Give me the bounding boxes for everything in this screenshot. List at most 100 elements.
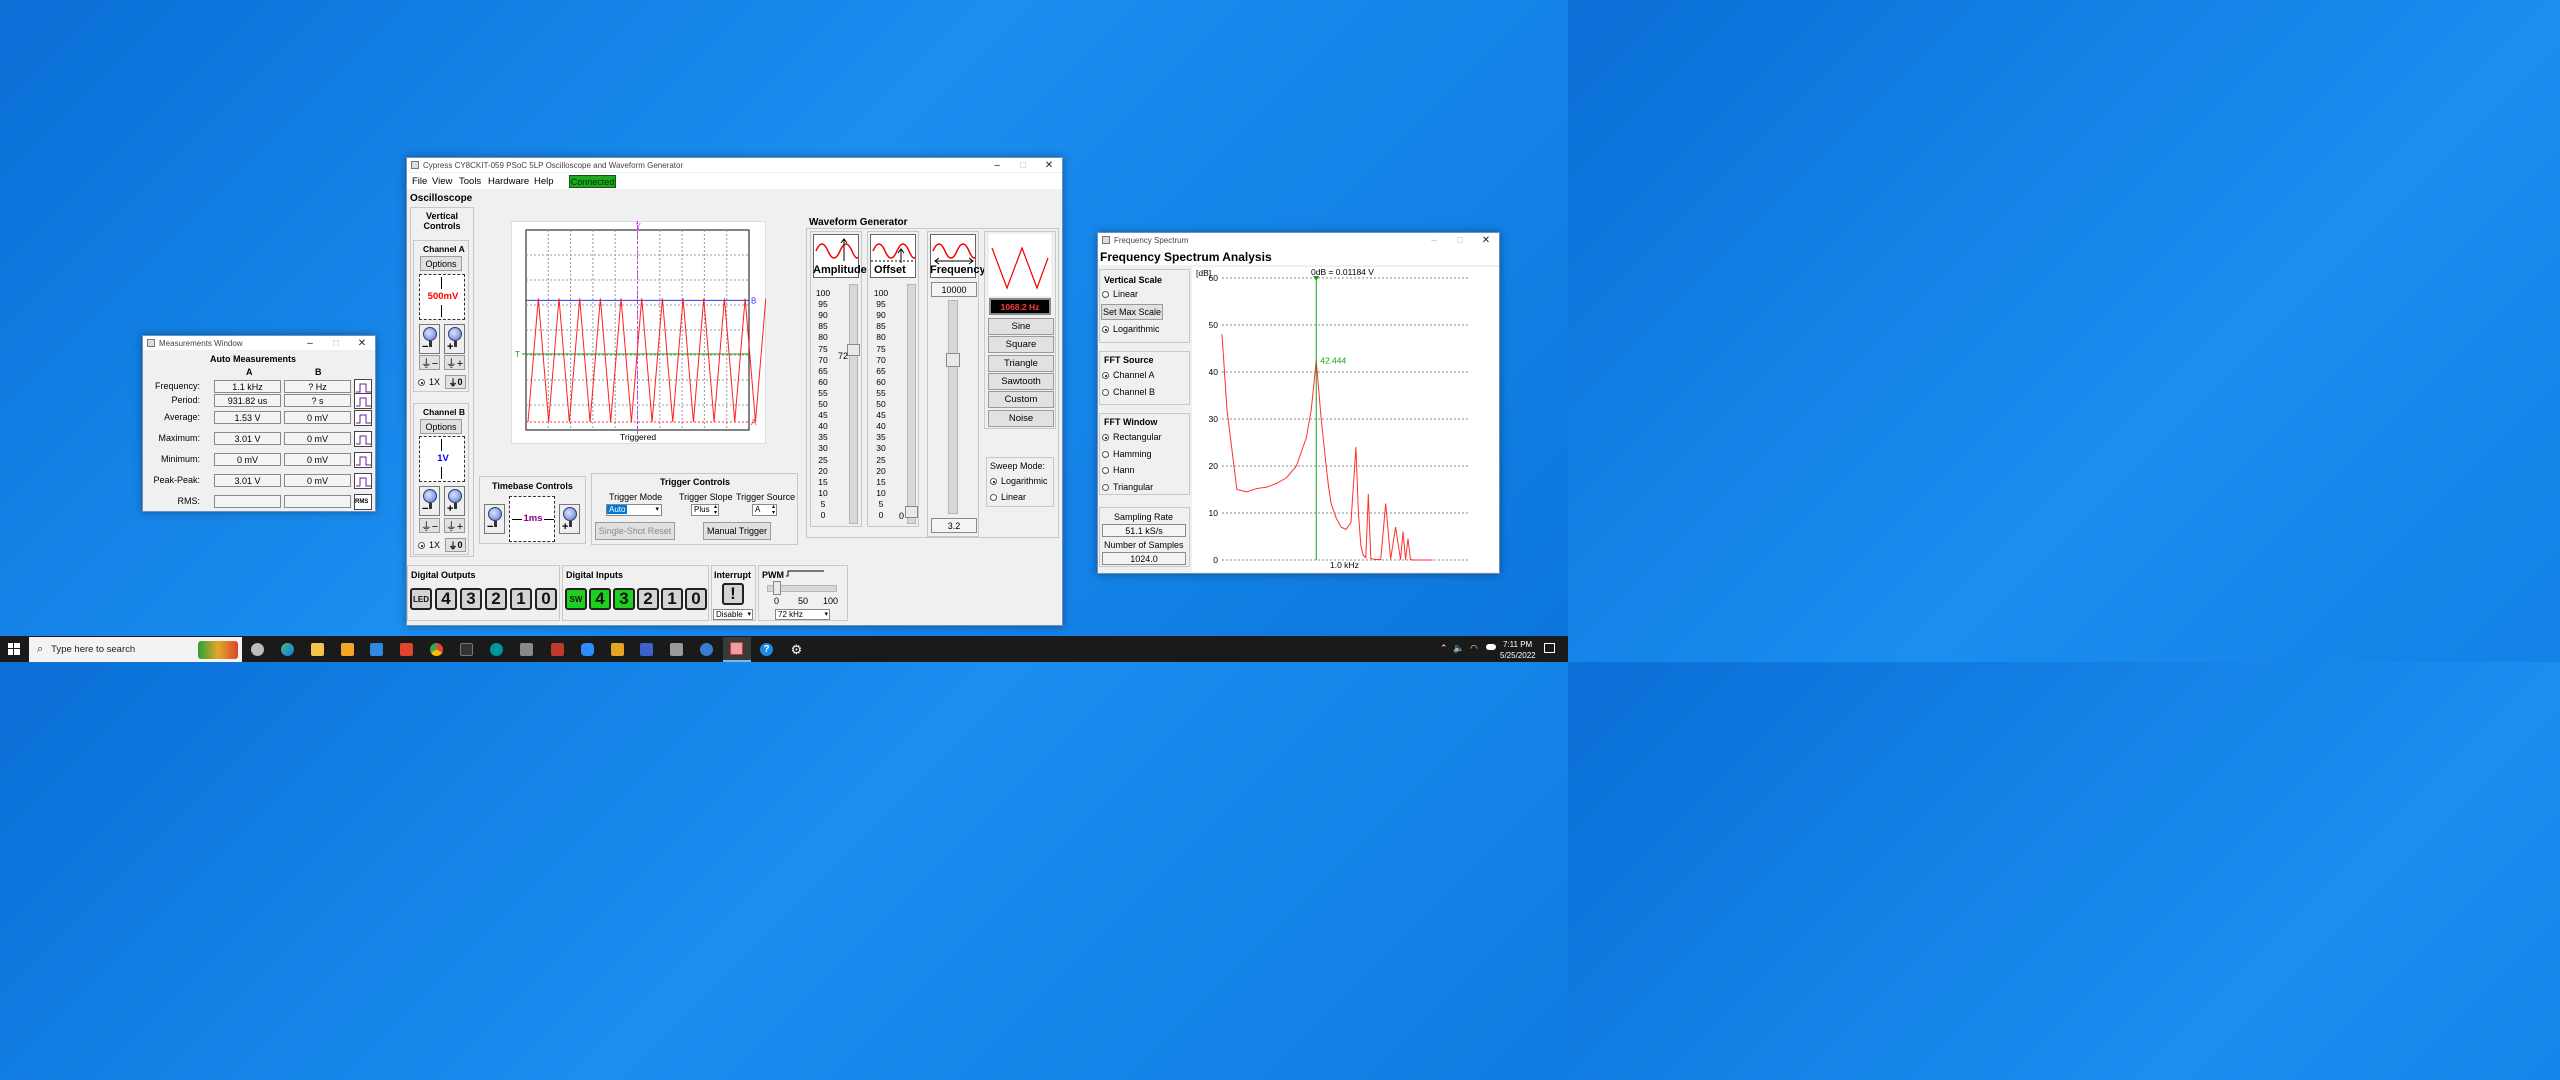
notifications-icon[interactable]: [1544, 643, 1555, 653]
menu-tools[interactable]: Tools: [459, 176, 481, 187]
channel-b-ground-down-icon[interactable]: ⏚−: [419, 518, 440, 533]
fft-window-hamming-radio[interactable]: Hamming: [1102, 449, 1152, 459]
waveform-sawtooth-button[interactable]: Sawtooth: [988, 372, 1054, 390]
channel-a-ground-up-icon[interactable]: ⏚+: [444, 355, 465, 370]
maximize-button[interactable]: □: [1010, 160, 1036, 171]
channel-a-scale-box[interactable]: 500mV: [419, 274, 465, 320]
trigger-mode-select[interactable]: Auto ▾: [606, 504, 662, 516]
calculator-icon[interactable]: [520, 643, 533, 656]
chrome-icon[interactable]: [430, 643, 443, 656]
digital-output-0-button[interactable]: 0: [535, 588, 557, 610]
measurement-waveform-icon[interactable]: [354, 431, 372, 447]
channel-a-ground-zero-button[interactable]: ⏚ 0: [445, 375, 466, 389]
waveform-custom-button[interactable]: Custom: [988, 391, 1054, 409]
close-button[interactable]: ✕: [349, 338, 375, 349]
close-button[interactable]: ✕: [1036, 160, 1062, 171]
channel-b-zoom-in-icon[interactable]: +: [444, 486, 465, 516]
menu-hardware[interactable]: Hardware: [488, 176, 529, 187]
measurements-titlebar[interactable]: Measurements Window – □ ✕: [143, 336, 375, 350]
channel-a-options-button[interactable]: Options: [420, 256, 462, 271]
active-app-highlight[interactable]: [723, 637, 751, 662]
maximize-button[interactable]: □: [323, 338, 349, 349]
waveform-triangle-button[interactable]: Triangle: [988, 354, 1054, 372]
wifi-icon[interactable]: ◠: [1470, 643, 1478, 654]
trigger-source-spinner[interactable]: A ▴ ▾: [752, 504, 777, 516]
channel-a-zoom-out-icon[interactable]: −: [419, 324, 440, 354]
edge-icon[interactable]: [281, 643, 294, 656]
terminal-icon[interactable]: [460, 643, 473, 656]
amplitude-slider-thumb[interactable]: [847, 343, 860, 356]
minimize-button[interactable]: –: [297, 338, 323, 349]
digital-output-1-button[interactable]: 1: [510, 588, 532, 610]
mail-icon[interactable]: [370, 643, 383, 656]
digital-output-3-button[interactable]: 3: [460, 588, 482, 610]
arduino-icon[interactable]: [490, 643, 503, 656]
psoc-creator-icon[interactable]: [551, 643, 564, 656]
media-icon[interactable]: [611, 643, 624, 656]
measurement-waveform-icon[interactable]: [354, 393, 372, 409]
frequency-slider-thumb[interactable]: [946, 352, 960, 367]
network-tool-icon[interactable]: [670, 643, 683, 656]
settings-gear-icon[interactable]: ⚙: [790, 643, 803, 656]
scope-app-icon[interactable]: [700, 643, 713, 656]
fft-window-rectangular-radio[interactable]: Rectangular: [1102, 432, 1162, 442]
tray-chevron-icon[interactable]: ⌃: [1440, 643, 1448, 654]
zoom-icon[interactable]: [581, 643, 594, 656]
channel-a-probe-radio[interactable]: 1X: [418, 377, 440, 387]
channel-b-options-button[interactable]: Options: [420, 419, 462, 434]
pwm-select[interactable]: 72 kHz ▾: [775, 609, 830, 620]
single-shot-reset-button[interactable]: Single-Shot Reset: [595, 522, 675, 540]
channel-a-ground-down-icon[interactable]: ⏚−: [419, 355, 440, 370]
pwm-slider-thumb[interactable]: [773, 581, 782, 595]
sweep-linear-radio[interactable]: Linear: [990, 492, 1026, 502]
interrupt-icon[interactable]: !: [722, 583, 744, 605]
cortana-icon[interactable]: [251, 643, 264, 656]
frequency-value[interactable]: 10000: [931, 282, 977, 297]
close-button[interactable]: ✕: [1473, 235, 1499, 246]
measurement-waveform-icon[interactable]: [354, 452, 372, 468]
menu-help[interactable]: Help: [534, 176, 554, 187]
interrupt-select[interactable]: Disable ▾: [713, 609, 753, 620]
taskbar-search-box[interactable]: ⌕ Type here to search: [29, 637, 242, 662]
measurement-waveform-icon[interactable]: RMS: [354, 494, 372, 510]
office-icon[interactable]: [400, 643, 413, 656]
fft-chart[interactable]: 60 50 40 30 20 10 0 42.444: [1192, 272, 1499, 572]
taskbar-time[interactable]: 7:11 PM: [1503, 640, 1532, 649]
trigger-slope-spinner[interactable]: Plus ▴ ▾: [691, 504, 719, 516]
frequency-min-value[interactable]: 3.2: [931, 518, 977, 533]
menu-view[interactable]: View: [432, 176, 452, 187]
waveform-sine-button[interactable]: Sine: [988, 318, 1054, 335]
channel-b-radio[interactable]: Channel B: [1102, 387, 1155, 397]
frequency-slider-track[interactable]: [948, 300, 958, 514]
logarithmic-radio[interactable]: Logarithmic: [1102, 324, 1160, 334]
measurement-waveform-icon[interactable]: [354, 473, 372, 489]
timebase-value-box[interactable]: 1ms: [509, 496, 555, 542]
help-icon[interactable]: ?: [760, 643, 773, 656]
measurement-waveform-icon[interactable]: [354, 410, 372, 426]
linear-radio[interactable]: Linear: [1102, 289, 1138, 299]
channel-b-probe-radio[interactable]: 1X: [418, 540, 440, 550]
file-explorer-icon[interactable]: [311, 643, 324, 656]
timebase-zoom-in-icon[interactable]: +: [559, 504, 580, 534]
oscilloscope-titlebar[interactable]: Cypress CY8CKIT-059 PSoC 5LP Oscilloscop…: [407, 158, 1062, 172]
volume-icon[interactable]: 🔈: [1453, 643, 1464, 654]
maximize-button[interactable]: □: [1447, 235, 1473, 246]
taskbar-date[interactable]: 5/25/2022: [1500, 651, 1536, 660]
menu-file[interactable]: File: [412, 176, 427, 187]
channel-b-ground-zero-button[interactable]: ⏚ 0: [445, 538, 466, 552]
fft-titlebar[interactable]: Frequency Spectrum – □ ✕: [1098, 233, 1499, 247]
offset-slider-thumb[interactable]: [905, 506, 918, 518]
visio-icon[interactable]: [640, 643, 653, 656]
cloud-icon[interactable]: [1486, 644, 1496, 650]
set-max-scale-button[interactable]: Set Max Scale: [1101, 304, 1163, 320]
amplitude-slider-track[interactable]: [849, 284, 858, 524]
scope-plot[interactable]: Y T B A: [511, 221, 766, 444]
digital-output-2-button[interactable]: 2: [485, 588, 507, 610]
waveform-noise-button[interactable]: Noise: [988, 409, 1054, 427]
channel-a-zoom-in-icon[interactable]: +: [444, 324, 465, 354]
start-button[interactable]: [8, 643, 20, 655]
minimize-button[interactable]: –: [1421, 235, 1447, 246]
channel-a-radio[interactable]: Channel A: [1102, 370, 1155, 380]
fft-window-triangular-radio[interactable]: Triangular: [1102, 482, 1153, 492]
timebase-zoom-out-icon[interactable]: −: [484, 504, 505, 534]
